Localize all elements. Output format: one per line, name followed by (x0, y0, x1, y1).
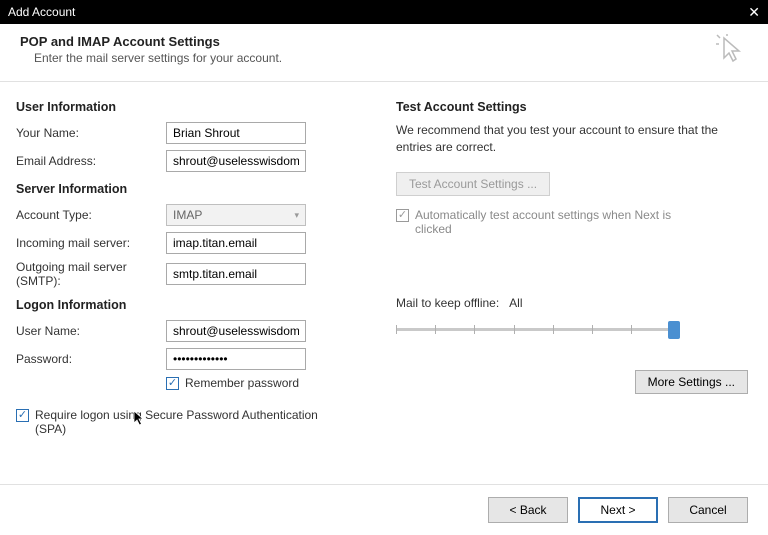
spa-checkbox[interactable] (16, 409, 29, 422)
remember-password-label: Remember password (185, 376, 299, 390)
your-name-label: Your Name: (16, 126, 166, 140)
outgoing-server-input[interactable] (166, 263, 306, 285)
header-title: POP and IMAP Account Settings (20, 34, 282, 49)
spa-label: Require logon using Secure Password Auth… (35, 408, 335, 436)
next-button[interactable]: Next > (578, 497, 658, 523)
password-label: Password: (16, 352, 166, 366)
auto-test-checkbox (396, 209, 409, 222)
server-info-title: Server Information (16, 182, 368, 196)
test-settings-title: Test Account Settings (396, 100, 748, 114)
more-settings-button[interactable]: More Settings ... (635, 370, 748, 394)
password-input[interactable] (166, 348, 306, 370)
auto-test-label: Automatically test account settings when… (415, 208, 675, 236)
mouse-cursor-icon (132, 410, 148, 426)
content-area: User Information Your Name: Email Addres… (0, 82, 768, 446)
username-input[interactable] (166, 320, 306, 342)
dialog-footer: < Back Next > Cancel (0, 484, 768, 535)
dialog-header: POP and IMAP Account Settings Enter the … (0, 24, 768, 82)
account-type-label: Account Type: (16, 208, 166, 222)
test-settings-desc: We recommend that you test your account … (396, 122, 748, 156)
cancel-button[interactable]: Cancel (668, 497, 748, 523)
email-input[interactable] (166, 150, 306, 172)
incoming-server-input[interactable] (166, 232, 306, 254)
user-info-title: User Information (16, 100, 368, 114)
logon-info-title: Logon Information (16, 298, 368, 312)
outgoing-label: Outgoing mail server (SMTP): (16, 260, 166, 288)
account-type-select: IMAP ▾ (166, 204, 306, 226)
account-type-value: IMAP (173, 208, 202, 222)
incoming-label: Incoming mail server: (16, 236, 166, 250)
username-label: User Name: (16, 324, 166, 338)
spa-row[interactable]: Require logon using Secure Password Auth… (16, 408, 368, 436)
test-account-settings-button: Test Account Settings ... (396, 172, 550, 196)
close-icon[interactable]: ✕ (748, 4, 760, 21)
back-button[interactable]: < Back (488, 497, 568, 523)
remember-password-checkbox[interactable] (166, 377, 179, 390)
your-name-input[interactable] (166, 122, 306, 144)
header-subtitle: Enter the mail server settings for your … (34, 51, 282, 65)
titlebar: Add Account ✕ (0, 0, 768, 24)
cursor-click-icon (716, 34, 748, 69)
auto-test-row: Automatically test account settings when… (396, 208, 748, 236)
left-column: User Information Your Name: Email Addres… (16, 100, 368, 436)
mail-offline-value: All (509, 296, 522, 310)
email-label: Email Address: (16, 154, 166, 168)
slider-thumb[interactable] (668, 321, 680, 339)
mail-offline-slider[interactable] (396, 320, 676, 340)
right-column: Test Account Settings We recommend that … (396, 100, 748, 436)
mail-offline-label: Mail to keep offline: (396, 296, 499, 310)
window-title: Add Account (8, 5, 75, 19)
chevron-down-icon: ▾ (294, 210, 299, 221)
remember-password-row[interactable]: Remember password (166, 376, 368, 390)
mail-offline-area: Mail to keep offline: All (396, 296, 748, 340)
